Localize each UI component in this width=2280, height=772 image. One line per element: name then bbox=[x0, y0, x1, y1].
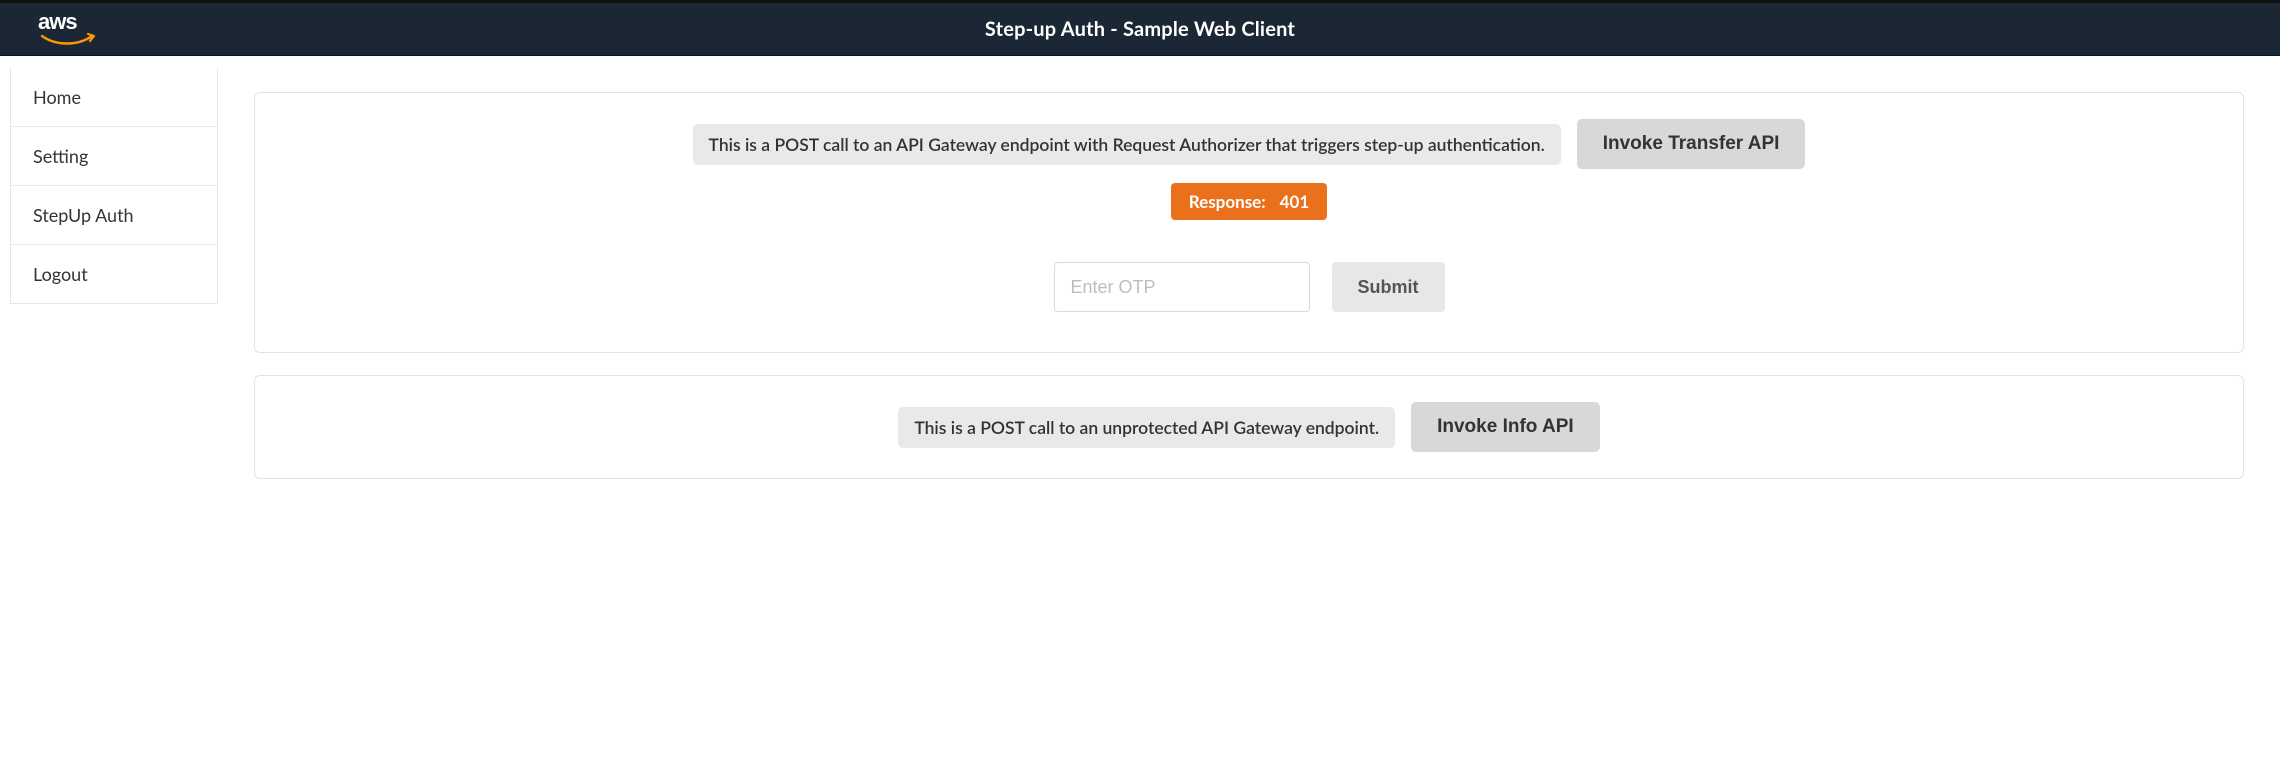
sidebar-item-stepup-auth[interactable]: StepUp Auth bbox=[11, 186, 217, 245]
sidebar-item-setting[interactable]: Setting bbox=[11, 127, 217, 186]
transfer-top-row: This is a POST call to an API Gateway en… bbox=[285, 119, 2213, 169]
sidebar-item-label: Logout bbox=[33, 263, 88, 285]
main-layout: Home Setting StepUp Auth Logout This is … bbox=[0, 56, 2280, 525]
app-header: aws Step-up Auth - Sample Web Client bbox=[0, 0, 2280, 56]
sidebar: Home Setting StepUp Auth Logout bbox=[10, 68, 218, 304]
invoke-transfer-api-button[interactable]: Invoke Transfer API bbox=[1577, 119, 1806, 169]
info-top-row: This is a POST call to an unprotected AP… bbox=[285, 402, 2213, 452]
info-api-card: This is a POST call to an unprotected AP… bbox=[254, 375, 2244, 479]
sidebar-item-label: StepUp Auth bbox=[33, 204, 134, 226]
info-description: This is a POST call to an unprotected AP… bbox=[898, 407, 1395, 448]
response-badge: Response: 401 bbox=[1171, 183, 1327, 220]
response-label: Response: bbox=[1189, 191, 1266, 212]
response-code: 401 bbox=[1280, 191, 1310, 212]
page-title: Step-up Auth - Sample Web Client bbox=[985, 17, 1295, 41]
sidebar-item-logout[interactable]: Logout bbox=[11, 245, 217, 303]
main-content: This is a POST call to an API Gateway en… bbox=[218, 56, 2280, 525]
sidebar-item-label: Setting bbox=[33, 145, 88, 167]
sidebar-item-label: Home bbox=[33, 86, 81, 108]
otp-row: Submit bbox=[285, 262, 2213, 312]
submit-button[interactable]: Submit bbox=[1332, 262, 1445, 312]
transfer-description: This is a POST call to an API Gateway en… bbox=[693, 124, 1561, 165]
svg-text:aws: aws bbox=[38, 11, 77, 34]
response-row: Response: 401 bbox=[285, 175, 2213, 220]
otp-input[interactable] bbox=[1054, 262, 1310, 312]
aws-logo-icon: aws bbox=[38, 11, 100, 47]
sidebar-item-home[interactable]: Home bbox=[11, 68, 217, 127]
transfer-api-card: This is a POST call to an API Gateway en… bbox=[254, 92, 2244, 353]
invoke-info-api-button[interactable]: Invoke Info API bbox=[1411, 402, 1600, 452]
aws-logo: aws bbox=[38, 11, 100, 47]
